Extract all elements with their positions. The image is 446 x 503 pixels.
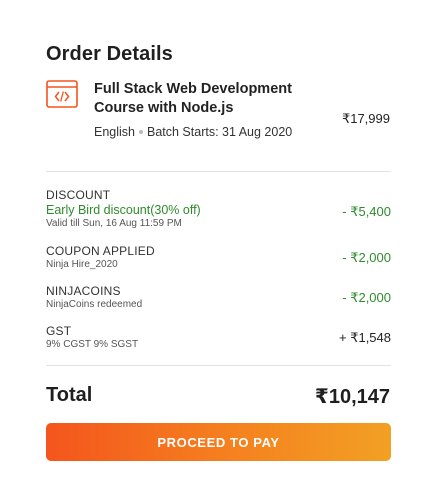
total-label: Total	[46, 384, 93, 406]
proceed-to-pay-button[interactable]: PROCEED TO PAY	[46, 423, 391, 461]
code-icon	[46, 80, 78, 108]
coupon-amount: - ₹2,000	[342, 250, 391, 265]
discount-name: Early Bird discount(30% off)	[46, 203, 201, 217]
ninjacoins-amount: - ₹2,000	[342, 290, 391, 305]
coupon-label: COUPON APPLIED	[46, 244, 155, 258]
gst-amount: + ₹1,548	[338, 330, 391, 345]
total-value: ₹10,147	[314, 386, 390, 408]
course-batch: Batch Starts: 31 Aug 2020	[147, 125, 293, 139]
course-price: ₹17,999	[341, 111, 390, 126]
page-title: Order Details	[46, 43, 173, 65]
discount-amount: - ₹5,400	[342, 204, 391, 219]
ninjacoins-row: NINJACOINS NinjaCoins redeemed - ₹2,000	[46, 284, 391, 311]
ninjacoins-label: NINJACOINS	[46, 284, 121, 298]
discount-label: DISCOUNT	[46, 188, 111, 202]
gst-row: GST 9% CGST 9% SGST + ₹1,548	[46, 324, 391, 351]
course-name: Full Stack Web Development Course with N…	[94, 81, 292, 116]
coupon-row: COUPON APPLIED Ninja Hire_2020 - ₹2,000	[46, 244, 391, 271]
course-meta: English Batch Starts: 31 Aug 2020	[94, 124, 324, 140]
divider	[46, 171, 391, 172]
course-language: English	[94, 125, 135, 139]
divider	[46, 365, 391, 366]
discount-note: Valid till Sun, 16 Aug 11:59 PM	[46, 218, 182, 229]
ninjacoins-note: NinjaCoins redeemed	[46, 299, 143, 310]
discount-row: DISCOUNT Early Bird discount(30% off) Va…	[46, 188, 391, 230]
coupon-code: Ninja Hire_2020	[46, 259, 118, 270]
separator-dot	[139, 129, 143, 134]
